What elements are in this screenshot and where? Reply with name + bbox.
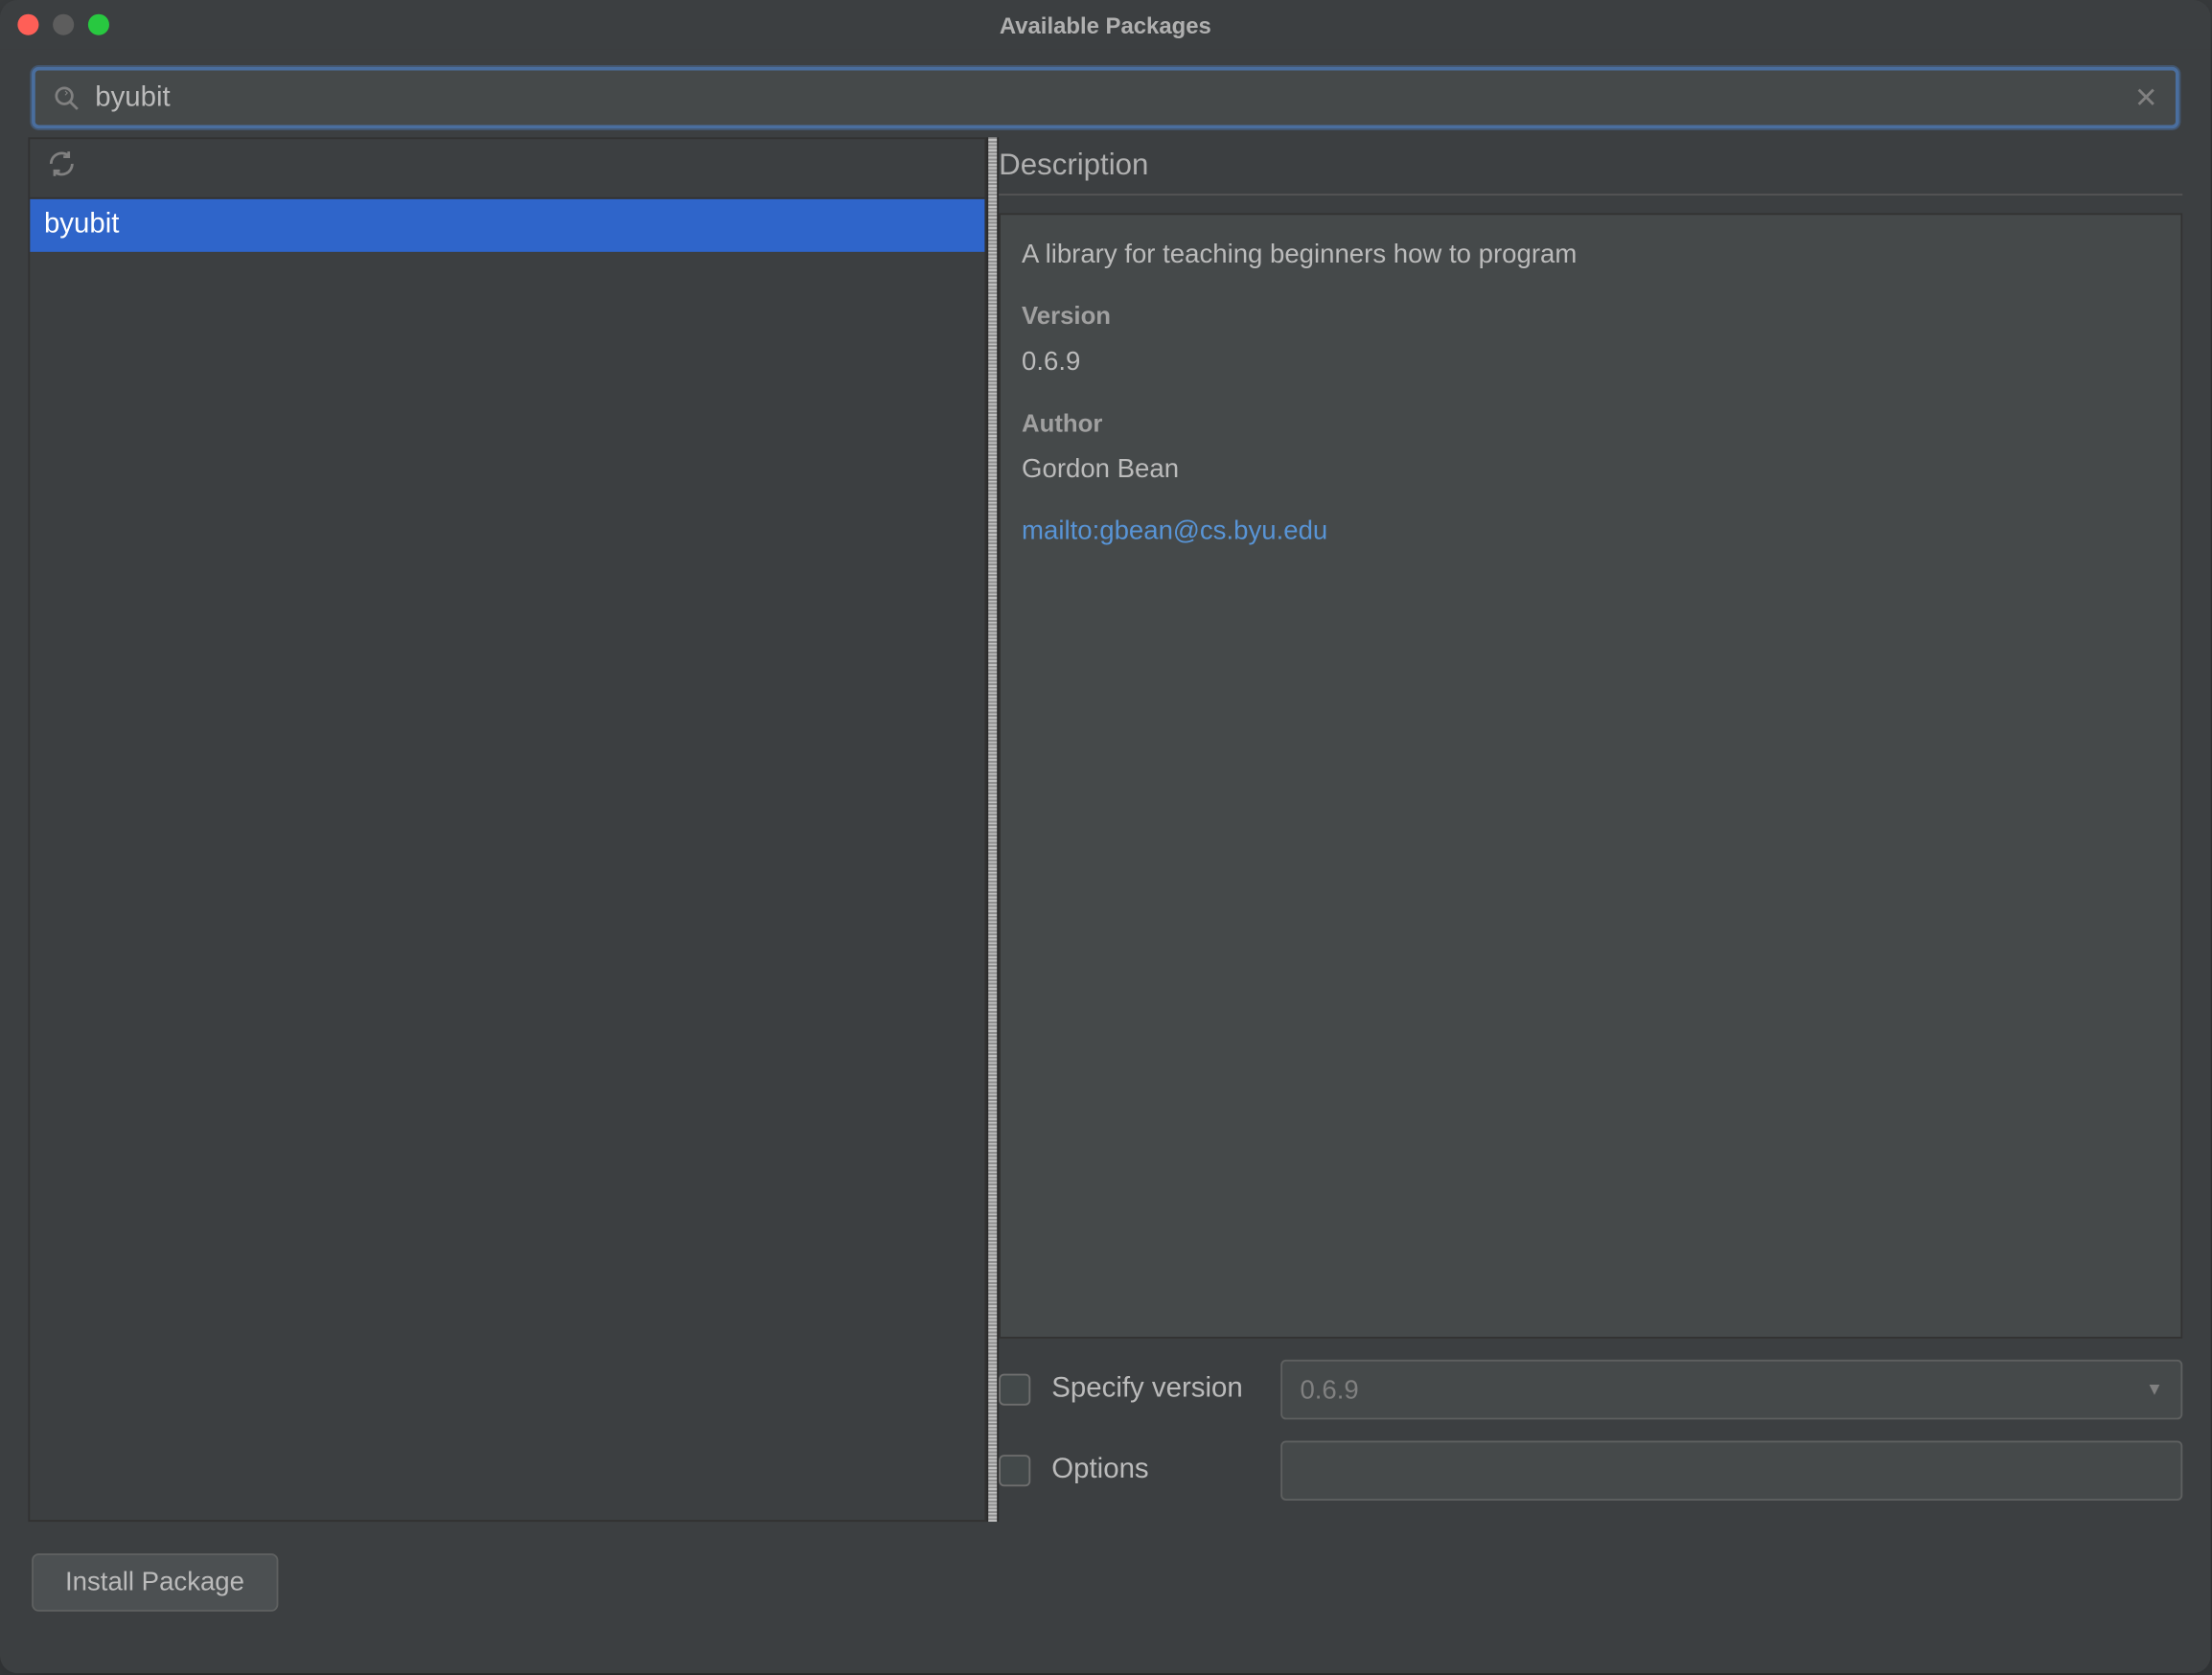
specify-version-label: Specify version	[1051, 1374, 1259, 1406]
options-label: Options	[1051, 1455, 1259, 1486]
clear-search-icon[interactable]: ✕	[2134, 80, 2158, 116]
description-body: A library for teaching beginners how to …	[999, 213, 2182, 1338]
install-package-button[interactable]: Install Package	[32, 1553, 278, 1612]
options-row: Options	[999, 1440, 2182, 1500]
author-label: Author	[1022, 408, 2159, 436]
description-header: Description	[999, 137, 2182, 195]
package-list[interactable]: byubit	[30, 199, 984, 1521]
version-select[interactable]: 0.6.9 ▼	[1280, 1360, 2182, 1419]
chevron-down-icon: ▼	[2146, 1380, 2163, 1399]
maximize-window-button[interactable]	[88, 14, 109, 35]
footer: Install Package	[0, 1522, 2211, 1643]
search-icon	[53, 83, 81, 111]
close-window-button[interactable]	[17, 14, 38, 35]
options-area: Specify version 0.6.9 ▼ Options	[999, 1339, 2182, 1522]
traffic-lights	[0, 14, 109, 35]
package-list-pane: byubit	[28, 137, 986, 1522]
titlebar: Available Packages	[0, 0, 2211, 49]
specify-version-checkbox[interactable]	[999, 1374, 1030, 1406]
search-input[interactable]	[95, 81, 2134, 113]
version-label: Version	[1022, 301, 2159, 329]
search-row: ✕	[0, 49, 2211, 137]
author-value: Gordon Bean	[1022, 454, 2159, 484]
version-select-value: 0.6.9	[1300, 1375, 1358, 1405]
options-checkbox[interactable]	[999, 1455, 1030, 1486]
specify-version-row: Specify version 0.6.9 ▼	[999, 1360, 2182, 1419]
list-toolbar	[30, 139, 984, 198]
options-input[interactable]	[1280, 1440, 2182, 1500]
main-content: byubit Description A library for teachin…	[0, 137, 2211, 1522]
refresh-icon[interactable]	[48, 149, 76, 187]
author-email-link[interactable]: mailto:gbean@cs.byu.edu	[1022, 516, 2159, 546]
package-item-byubit[interactable]: byubit	[30, 199, 984, 252]
splitter-handle[interactable]	[986, 137, 999, 1522]
search-box[interactable]: ✕	[32, 67, 2179, 128]
package-summary: A library for teaching beginners how to …	[1022, 240, 2159, 269]
detail-pane: Description A library for teaching begin…	[999, 137, 2182, 1522]
available-packages-window: Available Packages ✕	[0, 0, 2211, 1673]
window-title: Available Packages	[0, 11, 2211, 38]
version-value: 0.6.9	[1022, 347, 2159, 377]
minimize-window-button[interactable]	[53, 14, 74, 35]
